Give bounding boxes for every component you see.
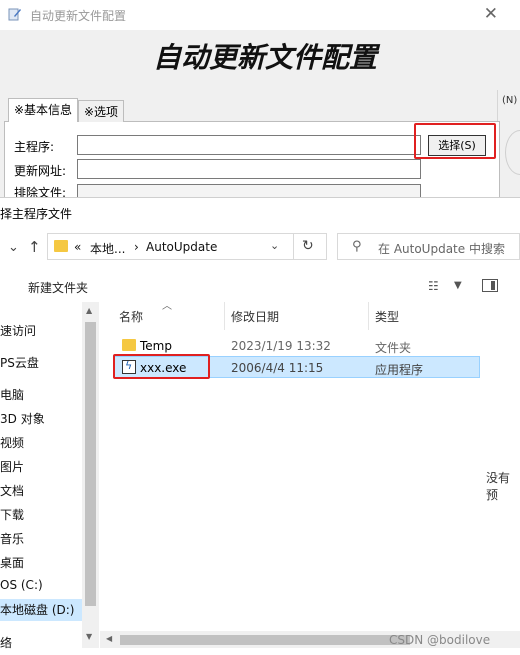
search-placeholder: 在 AutoUpdate 中搜索 <box>378 242 505 256</box>
nav-scrollbar[interactable]: ▲ ▼ <box>82 302 99 648</box>
address-segment-autoupdate[interactable]: AutoUpdate <box>146 240 217 254</box>
address-separator: › <box>134 240 139 254</box>
nav-item-wps-cloud[interactable]: PS云盘 <box>0 354 39 371</box>
nav-item-documents[interactable]: 文档 <box>0 482 24 499</box>
nav-item-videos[interactable]: 视频 <box>0 434 24 451</box>
folder-icon <box>122 339 136 351</box>
nav-item-downloads[interactable]: 下载 <box>0 506 24 523</box>
open-file-dialog: 择主程序文件 ⌄ ↑ « 本地... › AutoUpdate ⌄ ↻ ⚲ 在 … <box>0 197 520 655</box>
nav-scroll-thumb[interactable] <box>85 322 96 606</box>
highlight-exe-file <box>113 354 210 379</box>
address-divider <box>293 234 294 259</box>
nav-item-drive-d[interactable]: 本地磁盘 (D:) <box>0 599 82 621</box>
sort-ascending-icon: ︿ <box>162 301 172 312</box>
file-modified: 2023/1/19 13:32 <box>231 339 331 353</box>
nav-item-drive-c[interactable]: OS (C:) <box>0 578 43 592</box>
config-heading: 自动更新文件配置 <box>152 41 377 74</box>
close-icon[interactable]: ✕ <box>484 4 498 24</box>
nav-item-3d-objects[interactable]: 3D 对象 <box>0 410 45 427</box>
file-type: 文件夹 <box>375 341 412 355</box>
exclude-files-input[interactable] <box>77 184 421 198</box>
preview-pane-icon[interactable] <box>482 279 498 292</box>
chevron-down-icon[interactable]: ⌄ <box>8 240 19 255</box>
folder-icon <box>54 240 68 252</box>
preview-unavailable-text: 没有预 <box>486 471 511 502</box>
column-header-type[interactable]: 类型 <box>375 308 399 325</box>
update-url-label: 更新网址: <box>14 164 67 178</box>
file-modified: 2006/4/4 11:15 <box>231 361 324 375</box>
nav-item-desktop[interactable]: 桌面 <box>0 554 24 571</box>
nav-item-music[interactable]: 音乐 <box>0 530 24 547</box>
new-folder-button[interactable]: 新建文件夹 <box>28 279 88 296</box>
tab-options[interactable]: ※选项 <box>78 100 125 122</box>
address-overflow[interactable]: « <box>74 240 81 254</box>
file-type: 应用程序 <box>375 363 424 377</box>
up-arrow-icon[interactable]: ↑ <box>28 238 41 256</box>
scroll-down-icon[interactable]: ▼ <box>86 632 92 641</box>
search-input[interactable]: ⚲ 在 AutoUpdate 中搜索 <box>337 233 520 260</box>
main-program-label: 主程序: <box>14 140 55 154</box>
config-window-titlebar: 自动更新文件配置 ✕ <box>0 0 520 30</box>
nav-item-pictures[interactable]: 图片 <box>0 458 24 475</box>
column-header-name[interactable]: 名称 <box>119 308 143 325</box>
config-window-title: 自动更新文件配置 <box>30 9 127 23</box>
dialog-title: 择主程序文件 <box>0 207 73 221</box>
column-divider[interactable] <box>224 302 225 330</box>
column-divider[interactable] <box>368 302 369 330</box>
nav-item-this-pc[interactable]: 电脑 <box>0 386 24 403</box>
address-segment-local[interactable]: 本地... <box>90 240 125 257</box>
update-url-input[interactable] <box>77 159 421 179</box>
main-program-input[interactable] <box>77 135 421 155</box>
edit-icon <box>8 8 21 21</box>
column-header-modified[interactable]: 修改日期 <box>231 308 279 325</box>
chevron-down-icon[interactable]: ⌄ <box>270 239 279 252</box>
refresh-icon[interactable]: ↻ <box>302 238 314 254</box>
chevron-down-icon[interactable]: ▼ <box>454 280 462 291</box>
config-window: 自动更新文件配置 ✕ 自动更新文件配置 (N) ※基本信息 ※选项 主程序: 更… <box>0 0 520 201</box>
address-bar[interactable]: « 本地... › AutoUpdate ⌄ ↻ <box>47 233 327 260</box>
nav-item-network[interactable]: 络 <box>0 634 12 651</box>
watermark: CSDN @bodilove <box>389 633 491 647</box>
nav-item-quick-access[interactable]: 速访问 <box>0 322 36 339</box>
scroll-left-icon[interactable]: ◀ <box>106 634 112 643</box>
view-options-icon[interactable]: ☷ <box>428 279 439 293</box>
highlight-choose-button <box>414 123 496 159</box>
tab-basic-info[interactable]: ※基本信息 <box>8 98 79 122</box>
search-icon: ⚲ <box>352 239 362 254</box>
side-shortcut-label: (N) <box>502 95 518 106</box>
file-name: Temp <box>140 339 172 353</box>
horizontal-scroll-thumb[interactable] <box>120 635 410 645</box>
scroll-up-icon[interactable]: ▲ <box>86 306 92 315</box>
